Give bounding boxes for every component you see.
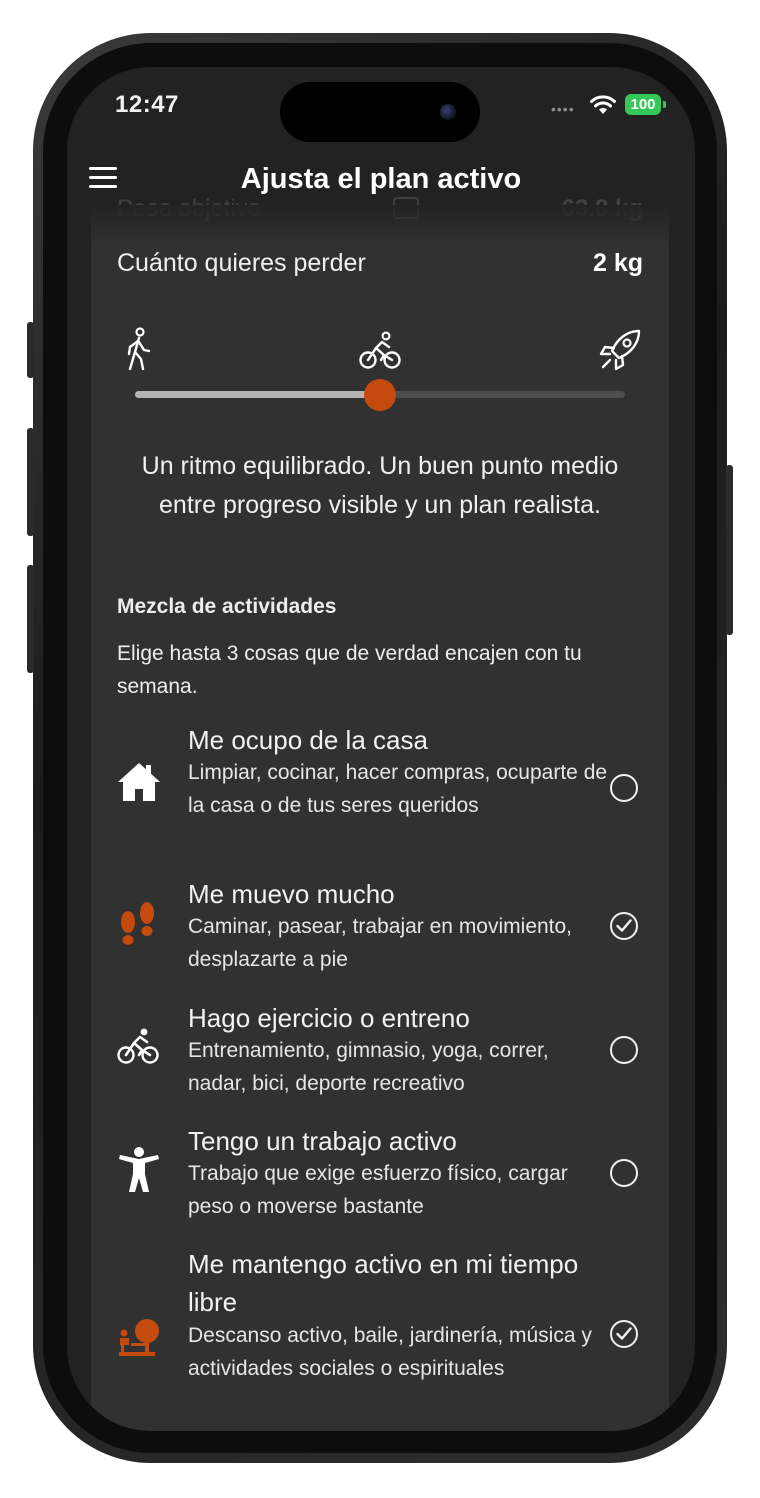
checkmark-icon (616, 1327, 632, 1340)
activity-radio[interactable] (610, 1159, 638, 1187)
activity-option-exercise[interactable]: Hago ejercicio o entreno Entrenamiento, … (91, 999, 669, 1099)
power-button (726, 465, 733, 635)
activity-option-household[interactable]: Me ocupo de la casa Limpiar, cocinar, ha… (91, 721, 669, 841)
scroll-fade (91, 205, 669, 245)
pace-slider[interactable] (135, 379, 625, 411)
footprints-icon (121, 902, 154, 945)
page-title: Ajusta el plan activo (240, 163, 522, 195)
checkmark-icon (616, 919, 632, 932)
bicycle-icon[interactable] (359, 331, 401, 371)
volume-up-button (27, 428, 34, 536)
slider-track-fill (135, 391, 380, 398)
activity-description: Descanso activo, baile, jardinería, músi… (188, 1324, 592, 1380)
activity-option-leisure[interactable]: Me mantengo activo en mi tiempo libre De… (91, 1245, 669, 1405)
activities-section-title: Mezcla de actividades (117, 595, 337, 618)
activity-title: Me ocupo de la casa (188, 725, 428, 755)
activities-section-subtitle: Elige hasta 3 cosas que de verdad encaje… (117, 642, 582, 698)
status-time: 12:47 (115, 91, 179, 118)
rocket-icon[interactable] (599, 327, 643, 371)
activity-description: Caminar, pasear, trabajar en movimiento,… (188, 915, 573, 971)
weight-loss-label: Cuánto quieres perder (117, 249, 366, 277)
cyclist-icon (117, 1028, 159, 1064)
activity-radio-checked[interactable] (610, 912, 638, 940)
activity-radio-checked[interactable] (610, 1320, 638, 1348)
walking-icon[interactable] (121, 327, 153, 371)
activity-radio[interactable] (610, 1036, 638, 1064)
activity-title: Me mantengo activo en mi tiempo libre (188, 1249, 579, 1317)
activity-title: Hago ejercicio o entreno (188, 1003, 470, 1033)
mute-switch (27, 322, 34, 378)
battery-indicator: 100 (625, 94, 661, 115)
plan-card: Peso objetivo 63.8 kg Cuánto quieres per… (91, 195, 669, 1431)
activity-description: Limpiar, cocinar, hacer compras, ocupart… (188, 761, 608, 817)
activity-description: Entrenamiento, gimnasio, yoga, correr, n… (188, 1039, 549, 1095)
status-bar: 12:47 •••• 100 (67, 67, 695, 157)
dynamic-island (280, 82, 480, 142)
camera-icon (440, 104, 456, 120)
house-icon (118, 763, 160, 801)
pace-description: Un ritmo equilibrado. Un buen punto medi… (141, 452, 619, 519)
wifi-icon (590, 95, 616, 114)
activity-option-active-job[interactable]: Tengo un trabajo activo Trabajo que exig… (91, 1122, 669, 1222)
activity-description: Trabajo que exige esfuerzo físico, carga… (188, 1162, 568, 1218)
volume-down-button (27, 565, 34, 673)
cellular-signal-icon: •••• (551, 101, 575, 117)
screen: 12:47 •••• 100 Ajusta el plan activo Pes… (67, 67, 695, 1431)
activity-option-walking[interactable]: Me muevo mucho Caminar, pasear, trabajar… (91, 875, 669, 975)
activity-title: Me muevo mucho (188, 879, 395, 909)
battery-tip (663, 101, 666, 108)
activity-title: Tengo un trabajo activo (188, 1126, 457, 1156)
person-arms-out-icon (119, 1147, 159, 1192)
leisure-icon (119, 1319, 159, 1356)
activity-radio[interactable] (610, 774, 638, 802)
weight-loss-value: 2 kg (592, 249, 643, 277)
slider-thumb[interactable] (364, 379, 396, 411)
